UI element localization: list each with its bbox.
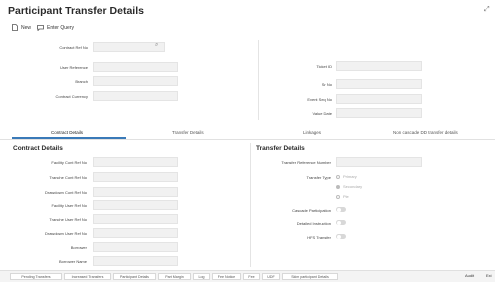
facility-cont-ref-no-label: Facility Cont Ref No bbox=[51, 160, 87, 165]
sr-no-label: Sr No bbox=[321, 82, 332, 87]
radio-dot bbox=[336, 184, 340, 189]
section-divider bbox=[250, 143, 251, 267]
hfs-transfer-label: HFS Transfer bbox=[307, 235, 331, 240]
transfer-type-label: Transfer Type bbox=[306, 175, 331, 180]
radio-dot bbox=[336, 174, 340, 179]
facility-user-ref-no-label: Facility User Ref No bbox=[51, 203, 87, 208]
borrower-name-label: Borrower Name bbox=[58, 259, 87, 264]
log-button[interactable]: Log bbox=[193, 273, 210, 280]
branch-field[interactable] bbox=[93, 76, 178, 86]
facility-cont-ref-no-field[interactable] bbox=[93, 157, 178, 167]
transfer-type-primary-radio[interactable]: Primary bbox=[336, 174, 357, 179]
ticket-id-field[interactable] bbox=[336, 61, 422, 71]
enter-query-button[interactable]: Enter Query bbox=[37, 25, 74, 31]
value-date-label: Value Date bbox=[312, 111, 333, 116]
transfer-type-secondary-radio[interactable]: Secondary bbox=[336, 184, 362, 189]
tab-contract-details[interactable]: Contract Details bbox=[51, 130, 83, 135]
drawdown-cont-ref-no-field[interactable] bbox=[93, 187, 178, 197]
value-date-field[interactable] bbox=[336, 108, 422, 118]
part-margin-button[interactable]: Part Margin bbox=[158, 273, 191, 280]
contract-ref-no-label: Contract Ref No bbox=[59, 45, 88, 50]
event-seq-no-field[interactable] bbox=[336, 94, 422, 104]
contract-currency-field[interactable] bbox=[93, 91, 178, 101]
transfer-reference-number-label: Transfer Reference Number bbox=[281, 160, 331, 165]
exit-button[interactable]: Exi bbox=[486, 273, 492, 278]
borrower-label: Borrower bbox=[70, 245, 87, 250]
branch-label: Branch bbox=[75, 79, 88, 84]
page-title: Participant Transfer Details bbox=[8, 5, 144, 17]
header-divider bbox=[258, 40, 259, 120]
facility-user-ref-no-field[interactable] bbox=[93, 200, 178, 210]
tab-linkages[interactable]: Linkages bbox=[303, 130, 321, 135]
contract-currency-label: Contract Currency bbox=[55, 94, 88, 99]
transfer-reference-number-field[interactable] bbox=[336, 157, 422, 167]
toolbar: New Enter Query bbox=[12, 24, 80, 31]
enter-query-label: Enter Query bbox=[47, 24, 74, 31]
user-reference-field[interactable] bbox=[93, 62, 178, 72]
fee-notice-button[interactable]: Fee Notice bbox=[212, 273, 241, 280]
contract-details-title: Contract Details bbox=[13, 145, 63, 152]
event-seq-no-label: Event Seq No bbox=[307, 97, 332, 102]
transfer-details-title: Transfer Details bbox=[256, 145, 305, 152]
tranche-user-ref-no-field[interactable] bbox=[93, 214, 178, 224]
drawdown-user-ref-no-label: Drawdown User Ref No bbox=[44, 231, 87, 236]
cascade-participation-label: Cascade Participation bbox=[292, 208, 331, 213]
tranche-cont-ref-no-label: Tranche Cont Ref No bbox=[49, 175, 87, 180]
tranche-cont-ref-no-field[interactable] bbox=[93, 172, 178, 182]
secondary-option-label: Secondary bbox=[343, 184, 363, 189]
borrower-name-field[interactable] bbox=[93, 256, 178, 266]
query-icon bbox=[37, 24, 44, 31]
active-tab-indicator bbox=[12, 137, 126, 139]
expand-icon[interactable]: ⤢ bbox=[484, 6, 490, 13]
increased-transfers-button[interactable]: Increased Transfers bbox=[64, 273, 111, 280]
primary-option-label: Primary bbox=[343, 174, 357, 179]
detailed-instruction-toggle[interactable] bbox=[336, 220, 346, 225]
new-label: New bbox=[21, 24, 32, 31]
pending-transfers-button[interactable]: Pending Transfers bbox=[10, 273, 62, 280]
cascade-participation-toggle[interactable] bbox=[336, 207, 346, 212]
participant-details-button[interactable]: Participant Details bbox=[113, 273, 156, 280]
bottom-bar: Pending Transfers Increased Transfers Pa… bbox=[0, 270, 495, 282]
user-reference-label: User Reference bbox=[59, 65, 88, 70]
udf-button[interactable]: UDF bbox=[262, 273, 280, 280]
pie-option-label: Pie bbox=[343, 194, 349, 199]
transfer-type-pie-radio[interactable]: Pie bbox=[336, 194, 349, 199]
new-button[interactable]: New bbox=[12, 24, 31, 31]
skim-participant-details-button[interactable]: Skim participant Details bbox=[282, 273, 338, 280]
drawdown-user-ref-no-field[interactable] bbox=[93, 228, 178, 238]
borrower-field[interactable] bbox=[93, 242, 178, 252]
tranche-user-ref-no-label: Tranche User Ref No bbox=[49, 217, 87, 222]
ticket-id-label: Ticket ID bbox=[316, 64, 332, 69]
audit-button[interactable]: Audit bbox=[465, 273, 474, 278]
drawdown-cont-ref-no-label: Drawdown Cont Ref No bbox=[44, 190, 87, 195]
fee-button[interactable]: Fee bbox=[243, 273, 260, 280]
sr-no-field[interactable] bbox=[336, 79, 422, 89]
search-icon[interactable]: ⌕ bbox=[155, 42, 158, 49]
tab-non-cascade-dd[interactable]: Non cascade DD transfer details bbox=[393, 130, 458, 135]
hfs-transfer-toggle[interactable] bbox=[336, 234, 346, 239]
tab-transfer-details[interactable]: Transfer Details bbox=[172, 130, 204, 135]
detailed-instruction-label: Detailed Instruction bbox=[296, 221, 331, 226]
radio-dot bbox=[336, 194, 340, 199]
new-document-icon bbox=[12, 24, 18, 31]
